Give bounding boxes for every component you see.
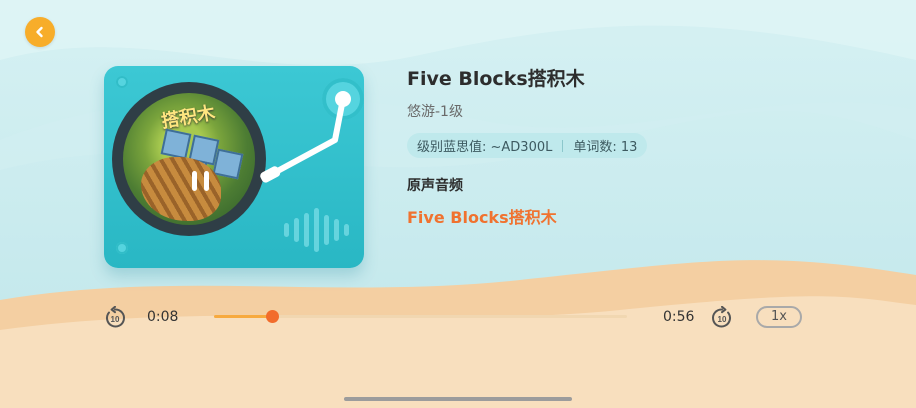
progress-thumb[interactable] [265,310,279,323]
home-indicator[interactable] [344,397,572,401]
current-time: 0:08 [147,309,179,325]
book-tags: 级别蓝思值: ~AD300L 单词数: 13 [407,133,648,158]
progress-bar[interactable] [214,310,627,323]
tag-divider [562,139,564,152]
level-tag: 级别蓝思值: ~AD300L [417,140,553,155]
rewind-seconds: 10 [111,315,120,324]
audio-heading: 原声音频 [407,178,463,194]
playback-speed-button[interactable]: 1x [756,306,802,328]
forward-seconds: 10 [718,315,727,324]
sound-wave-icon [284,208,349,252]
chevron-left-icon [36,26,43,38]
word-count-tag: 单词数: 13 [573,140,638,155]
progress-fill [214,315,272,318]
record-player: 搭积木 [104,66,364,268]
forward-10-icon: 10 [712,305,731,328]
audio-track-title[interactable]: Five Blocks搭积木 [407,204,557,228]
total-time: 0:56 [663,309,695,325]
book-info: Five Blocks搭积木 悠游-1级 级别蓝思值: ~AD300L 单词数:… [407,64,648,158]
rewind-10-icon: 10 [106,305,125,328]
book-series: 悠游-1级 [407,104,463,120]
forward-button[interactable]: 10 [710,305,734,334]
rewind-button[interactable]: 10 [103,305,127,334]
book-title: Five Blocks搭积木 [407,68,585,90]
back-button[interactable] [25,17,55,47]
tonearm-knob [335,91,351,107]
